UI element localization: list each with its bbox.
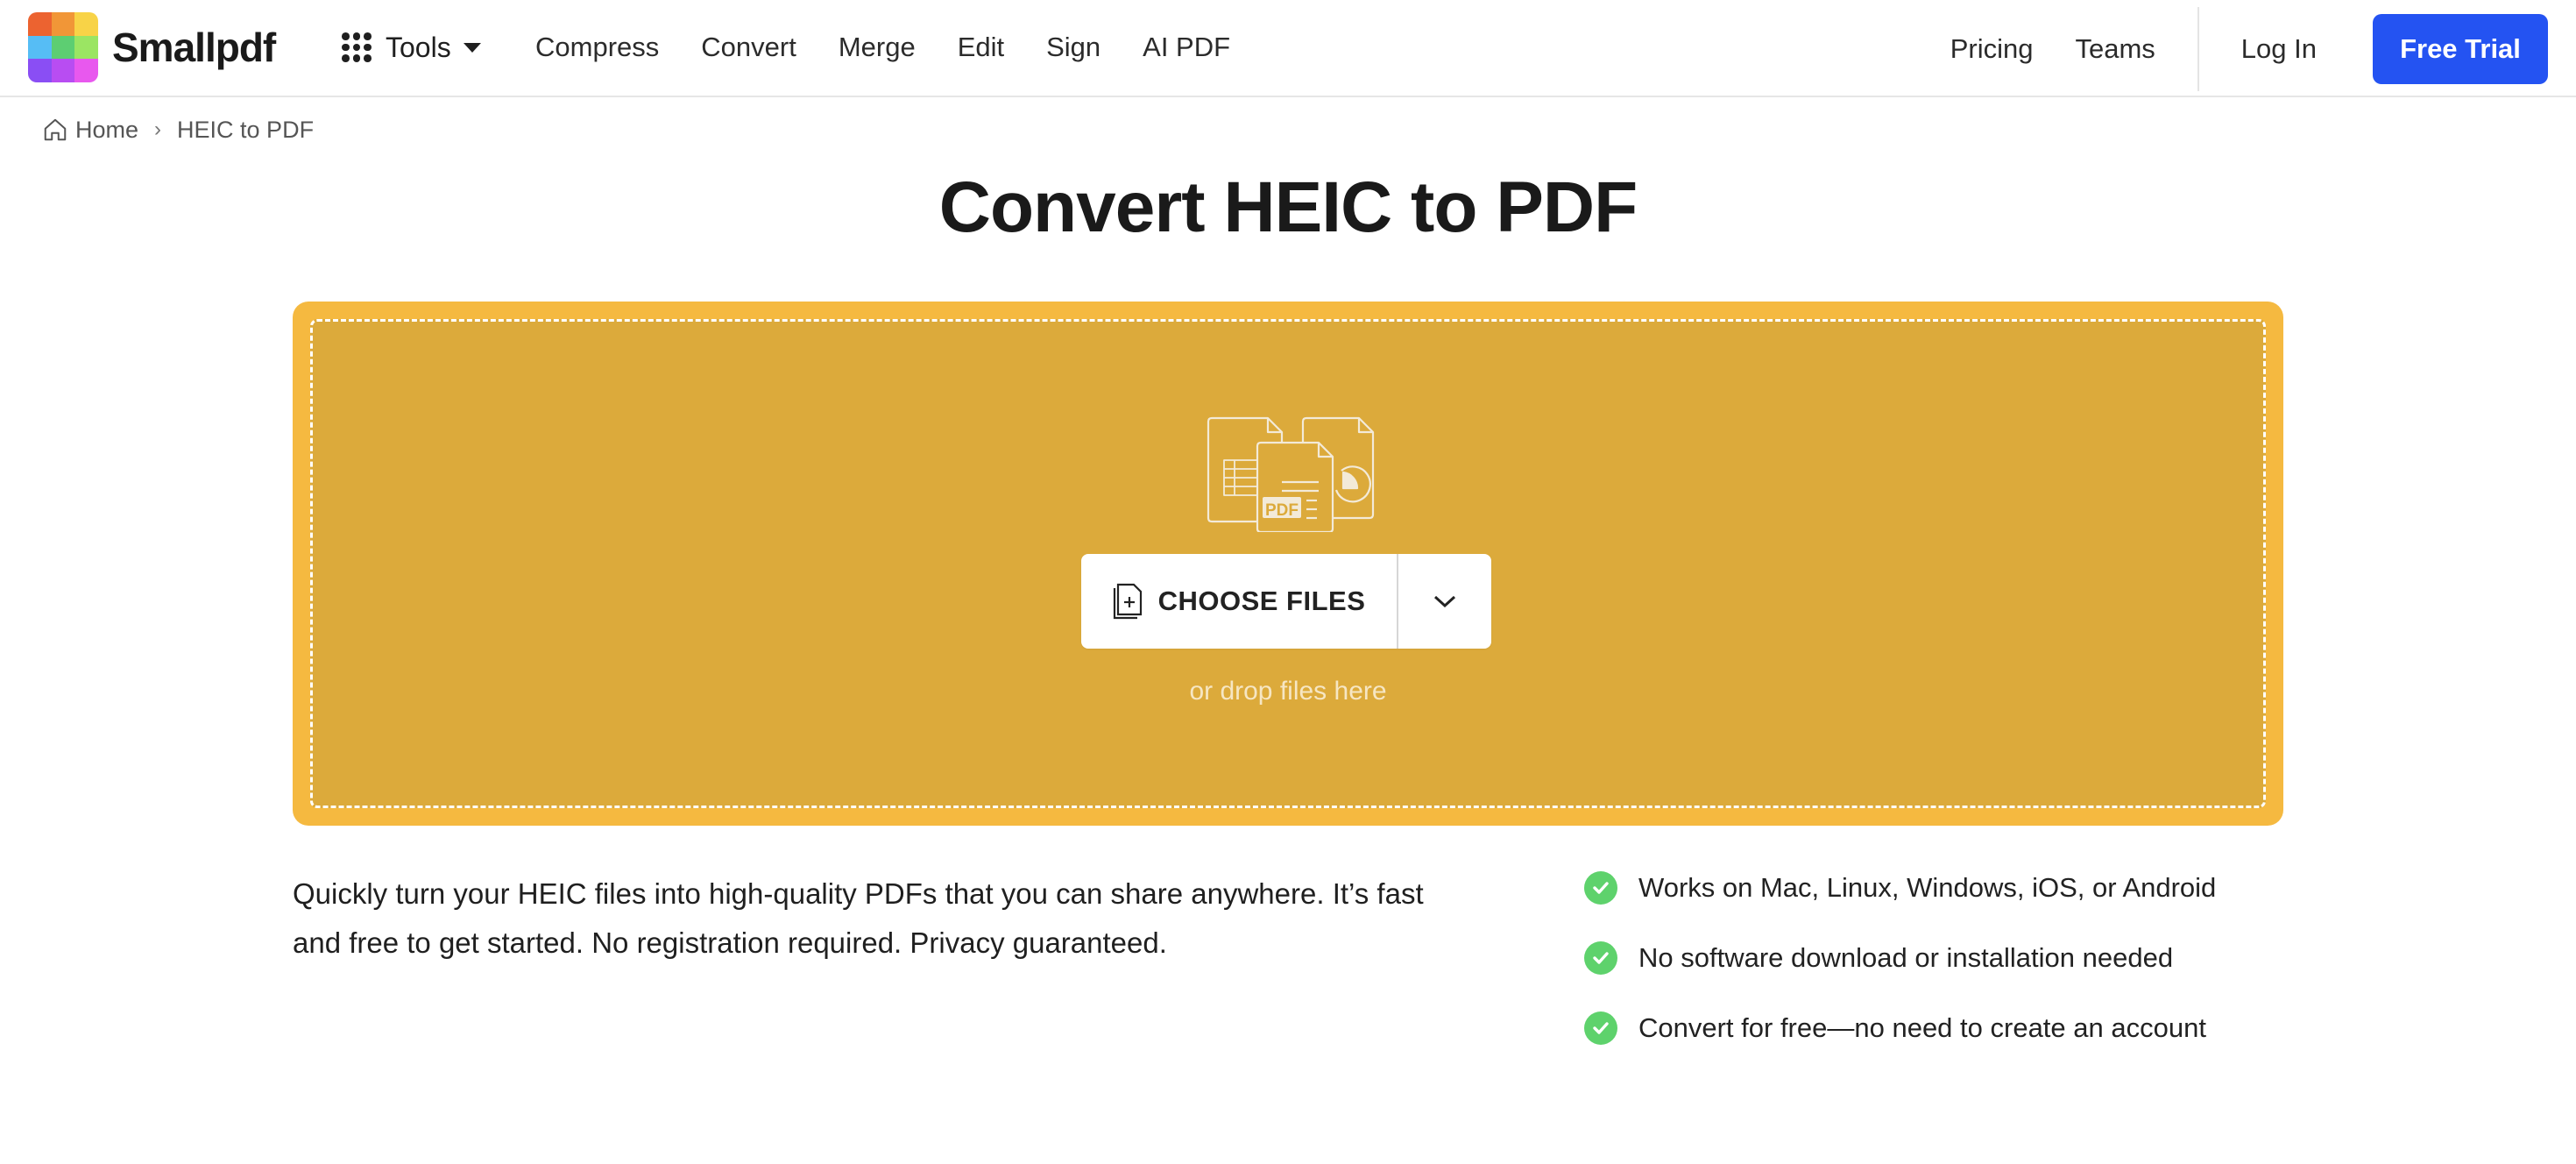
site-header: Smallpdf Tools Compress Convert Merge Ed… bbox=[0, 0, 2576, 97]
feature-item: Convert for free—no need to create an ac… bbox=[1584, 1008, 2216, 1048]
choose-files-group: CHOOSE FILES bbox=[1081, 554, 1491, 649]
main-nav: Compress Convert Merge Edit Sign AI PDF bbox=[535, 26, 1272, 68]
check-circle-icon bbox=[1584, 941, 1617, 975]
drop-hint: or drop files here bbox=[1189, 677, 1387, 706]
feature-text: No software download or installation nee… bbox=[1638, 942, 2174, 973]
logo-text: Smallpdf bbox=[112, 25, 276, 70]
logo-cell bbox=[51, 59, 75, 82]
logo-cell bbox=[28, 59, 52, 82]
check-circle-icon bbox=[1584, 871, 1617, 905]
logo-link[interactable]: Smallpdf bbox=[28, 12, 276, 82]
choose-files-button[interactable]: CHOOSE FILES bbox=[1081, 554, 1397, 649]
free-trial-button[interactable]: Free Trial bbox=[2373, 13, 2548, 84]
logo-cell bbox=[74, 12, 98, 36]
logo-cell bbox=[51, 35, 75, 60]
nav-compress[interactable]: Compress bbox=[535, 32, 659, 63]
nav-edit[interactable]: Edit bbox=[958, 32, 1004, 63]
choose-files-label: CHOOSE FILES bbox=[1157, 586, 1366, 616]
logo-cell bbox=[51, 12, 75, 36]
tools-menu-button[interactable]: Tools bbox=[342, 26, 481, 68]
dropzone-inner[interactable]: PDF CHOOSE FILES or drop files here bbox=[310, 319, 2266, 808]
breadcrumb: Home › HEIC to PDF bbox=[42, 114, 314, 146]
right-nav: Pricing Teams Log In Free Trial bbox=[1950, 0, 2576, 97]
pdf-badge: PDF bbox=[1265, 501, 1299, 520]
file-dropzone[interactable]: PDF CHOOSE FILES or drop files here bbox=[293, 302, 2283, 826]
add-file-icon bbox=[1113, 583, 1142, 620]
logo-cell bbox=[74, 59, 98, 82]
logo-cell bbox=[28, 12, 52, 36]
tool-description: Quickly turn your HEIC files into high-q… bbox=[293, 877, 1424, 959]
home-icon bbox=[44, 118, 67, 141]
feature-item: Works on Mac, Linux, Windows, iOS, or An… bbox=[1584, 868, 2216, 908]
feature-text: Works on Mac, Linux, Windows, iOS, or An… bbox=[1638, 872, 2217, 903]
logo-cell bbox=[74, 35, 98, 60]
nav-convert[interactable]: Convert bbox=[701, 32, 796, 63]
nav-teams[interactable]: Teams bbox=[2075, 33, 2155, 65]
upload-options-dropdown[interactable] bbox=[1398, 554, 1491, 649]
nav-merge[interactable]: Merge bbox=[839, 32, 916, 63]
feature-text: Convert for free—no need to create an ac… bbox=[1638, 1012, 2206, 1043]
tools-label: Tools bbox=[386, 31, 451, 63]
page-title: Convert HEIC to PDF bbox=[938, 167, 1638, 247]
grid-icon bbox=[342, 32, 372, 62]
nav-sign[interactable]: Sign bbox=[1046, 32, 1100, 63]
feature-list: Works on Mac, Linux, Windows, iOS, or An… bbox=[1584, 868, 2216, 1078]
breadcrumb-separator: › bbox=[154, 117, 162, 141]
feature-item: No software download or installation nee… bbox=[1584, 938, 2216, 978]
breadcrumb-home[interactable]: Home bbox=[75, 117, 138, 144]
nav-pricing[interactable]: Pricing bbox=[1950, 33, 2034, 65]
caret-down-icon bbox=[463, 42, 481, 53]
nav-divider bbox=[2197, 6, 2199, 91]
logo-cell bbox=[28, 35, 52, 60]
check-circle-icon bbox=[1584, 1011, 1617, 1045]
nav-ai-pdf[interactable]: AI PDF bbox=[1143, 32, 1230, 63]
breadcrumb-current: HEIC to PDF bbox=[177, 116, 315, 143]
login-link[interactable]: Log In bbox=[2241, 33, 2317, 65]
logo-icon bbox=[28, 12, 98, 82]
chevron-down-icon bbox=[1433, 595, 1456, 608]
